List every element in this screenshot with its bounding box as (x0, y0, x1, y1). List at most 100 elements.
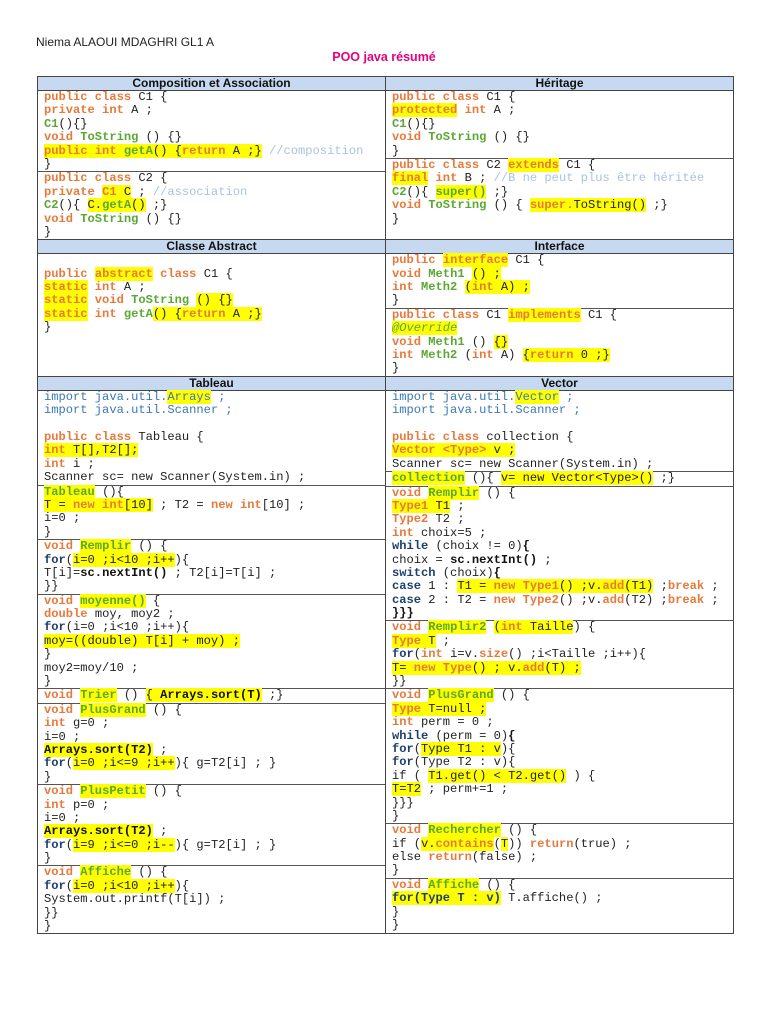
code-token: () {} (196, 293, 233, 308)
section-header-heritage: Héritage (385, 76, 734, 91)
code-token: ( (413, 741, 422, 756)
code-line: import java.util.Scanner ; (44, 404, 385, 417)
code-token: } (44, 524, 52, 539)
code-line: case 1 : T1 = new Type1() ;v.add(T1) ;br… (392, 579, 733, 594)
code-token: public (44, 266, 95, 281)
code-token: (false) ; (471, 850, 538, 865)
code-token: int (392, 525, 422, 540)
code-line: T= new Type() ; v.add(T) ; (392, 660, 733, 675)
code-token: Type2 (392, 512, 436, 527)
code-token: (true) ; (573, 836, 632, 851)
code-token: T1 (428, 498, 451, 513)
code-token: T[],T2[]; (73, 443, 139, 458)
code-token: import java.util. (392, 389, 516, 404)
code-line: public interface C1 { (392, 253, 733, 268)
code-token: Scanner sc= new Scanner(System.in) ; (392, 456, 654, 471)
code-token: super. (529, 198, 574, 213)
code-block: public class C1 implements C1 {@Override… (386, 307, 733, 376)
code-token: int (471, 280, 494, 295)
code-block: public class C2 extends C1 {final int B … (386, 157, 733, 226)
code-token: ToString (80, 130, 139, 145)
code-token: int (44, 797, 74, 812)
code-token: void (392, 877, 429, 892)
code-line: } (44, 321, 385, 334)
code-token: int (421, 647, 451, 662)
code-token: T1 = (457, 579, 494, 594)
code-line: void ToString () {} (44, 130, 385, 145)
code-line: } (392, 144, 733, 158)
code-block: void PlusGrand () {int g=0 ; i=0 ; Arrays.… (38, 702, 385, 784)
code-line: }} (44, 580, 385, 593)
code-token: C (116, 184, 132, 199)
code-line: void PlusGrand () { (392, 688, 733, 703)
document-title: POO java résumé (332, 50, 436, 64)
code-token: sc.nextInt() (80, 565, 168, 580)
code-token: v= new Vector<Type>() (500, 471, 654, 486)
code-token: A ; (131, 103, 153, 118)
code-token: moyenne() (80, 593, 146, 608)
code-token: ToString (428, 198, 487, 213)
code-token: import java.util. (44, 389, 168, 404)
code-line: int perm = 0 ; (392, 715, 733, 729)
code-line: i=0 ; (44, 512, 385, 525)
code-block: void Remplir () {for(i=0 ;i<10 ;i++){T[i… (38, 539, 385, 594)
code-token: A ; (493, 103, 516, 118)
code-line: } (44, 919, 385, 933)
code-token: () { (500, 823, 538, 838)
code-token: (){ (464, 471, 501, 486)
code-token: ; (210, 389, 226, 404)
code-token: i ; (73, 456, 95, 471)
code-line: for(Type T1 : v){ (392, 741, 733, 756)
code-line: void Trier () { Arrays.sort(T) ;} (44, 688, 385, 703)
code-token: T[i]= (44, 565, 81, 580)
code-token: ; (558, 389, 574, 404)
code-token: ; (537, 552, 552, 567)
code-line: C2(){ C.getA() ;} (44, 198, 385, 213)
code-block: public class C2 {private C1 C ; //associ… (38, 171, 385, 239)
code-token: moy=((double) T[i] + moy) ; (44, 633, 240, 648)
code-token: { (493, 565, 501, 580)
code-token: private int (44, 103, 132, 118)
code-token: for (44, 878, 66, 893)
code-token: (){ (406, 184, 436, 199)
code-token: void (44, 593, 81, 608)
code-line: final int B ; //B ne peut plus être héri… (392, 171, 733, 186)
code-token: i=v. (450, 647, 480, 662)
code-token: ; (131, 184, 153, 199)
code-line: int i ; (44, 456, 385, 471)
code-token: )) (508, 836, 530, 851)
code-token: } (392, 863, 400, 878)
code-token: choix = (392, 552, 451, 567)
code-line: moy2=moy/10 ; (44, 661, 385, 675)
code-token: Taille (522, 620, 574, 635)
code-token: getA (123, 143, 153, 158)
code-token: } (44, 674, 52, 689)
code-block: collection (){ v= new Vector<Type>() ;} (386, 471, 733, 486)
code-token: ;} (653, 471, 676, 486)
code-token: static (44, 306, 88, 321)
code-token: (T1) (624, 579, 654, 594)
code-token: } (392, 808, 400, 823)
code-line: switch (choix){ (392, 565, 733, 580)
code-token: () ; (471, 266, 501, 281)
summary-table: Composition et Association Héritage publ… (37, 76, 734, 935)
code-line: int g=0 ; (44, 716, 385, 731)
code-token: A ; (123, 280, 146, 295)
code-token: T.affiche() ; (500, 891, 603, 906)
code-token: size (479, 647, 509, 662)
code-token: Trier (80, 688, 117, 703)
code-token: void (44, 211, 81, 226)
code-token: Type (392, 633, 422, 648)
code-token: } (392, 211, 400, 226)
code-token: g=0 ; (73, 716, 110, 731)
code-token: Type1 (392, 498, 429, 513)
code-token: contains (435, 836, 494, 851)
code-token: i=9 ;i<=0 ;i-- (73, 837, 175, 852)
code-token: case (392, 592, 422, 607)
code-token: ){ (500, 741, 516, 756)
code-line: static void ToString () {} (44, 293, 385, 308)
code-token: void (44, 688, 81, 703)
